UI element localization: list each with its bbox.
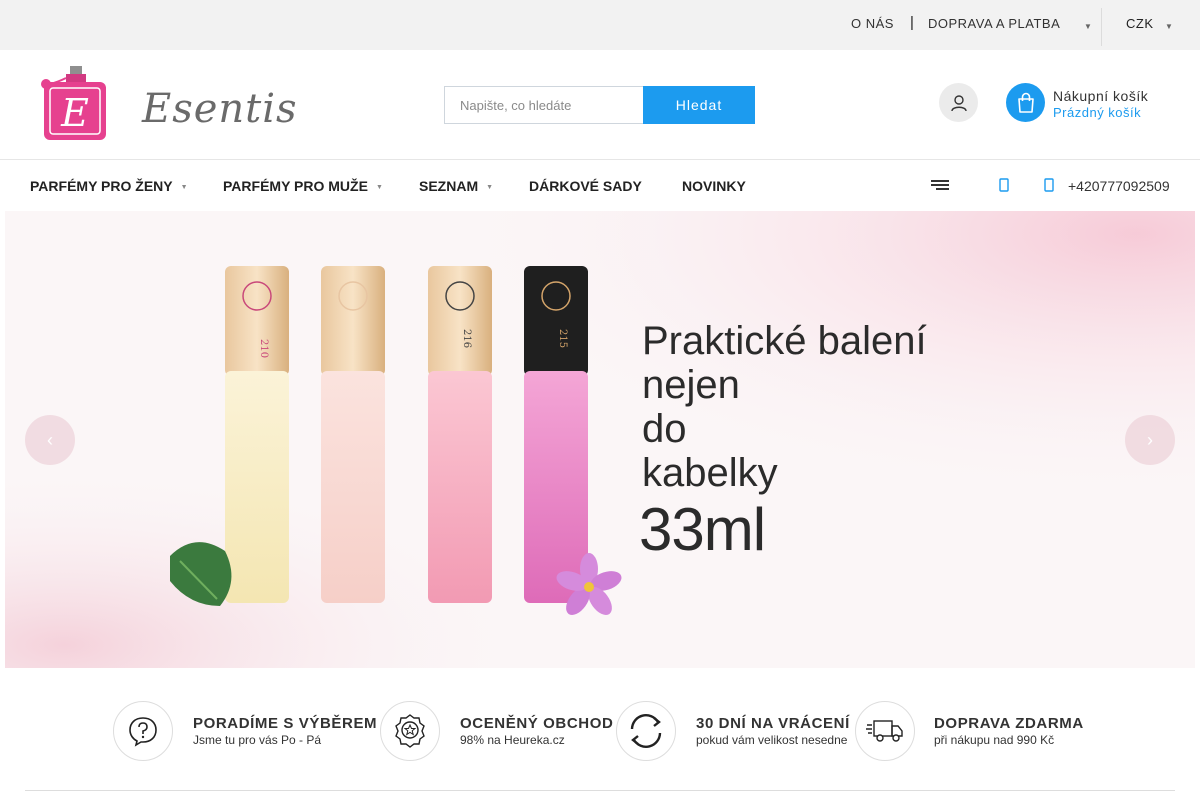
- topbar-divider: [1101, 8, 1102, 46]
- topbar-separator: |: [910, 14, 914, 31]
- feature-subtitle: 98% na Heureka.cz: [460, 733, 565, 747]
- perfume-bottle-logo-icon: E: [41, 66, 106, 140]
- nav-item-men[interactable]: PARFÉMY PRO MUŽE ▼: [223, 178, 383, 194]
- search-input[interactable]: [444, 86, 644, 124]
- feature-title: 30 DNÍ NA VRÁCENÍ: [696, 715, 850, 732]
- banner-background: 210 216 215: [5, 211, 1195, 668]
- nav-item-new[interactable]: NOVINKY: [682, 178, 746, 194]
- feature-subtitle: Jsme tu pro vás Po - Pá: [193, 733, 322, 747]
- nav-item-gift-sets[interactable]: DÁRKOVÉ SADY: [529, 178, 642, 194]
- carousel-prev-button[interactable]: ‹: [25, 415, 75, 465]
- feature-subtitle: pokud vám velikost nesedne: [696, 733, 848, 747]
- nav-item-list[interactable]: SEZNAM ▼: [419, 178, 493, 194]
- user-icon: [950, 94, 967, 111]
- svg-text:216: 216: [461, 329, 472, 348]
- headline-line: do: [642, 407, 687, 451]
- logo-text: Esentis: [142, 86, 298, 132]
- banner-volume: 33ml: [639, 496, 766, 563]
- carousel-next-button[interactable]: ›: [1125, 415, 1175, 465]
- perfume-bottle: 210: [225, 266, 289, 603]
- question-bubble-icon: [113, 701, 173, 761]
- delivery-truck-icon: [855, 701, 915, 761]
- menu-lines-icon[interactable]: [931, 180, 949, 190]
- perfume-bottle: [321, 266, 385, 603]
- headline-line: Praktické balení: [642, 319, 927, 363]
- section-divider: [25, 790, 1175, 791]
- cart-status[interactable]: Prázdný košík: [1053, 105, 1141, 120]
- svg-text:215: 215: [557, 329, 568, 348]
- search-button[interactable]: Hledat: [643, 86, 755, 124]
- svg-text:210: 210: [258, 339, 269, 358]
- headline-line: nejen: [642, 363, 740, 407]
- feature-title: PORADÍME S VÝBĚREM: [193, 715, 378, 732]
- chevron-down-icon[interactable]: ▼: [1084, 22, 1092, 31]
- perfume-bottle: 216: [428, 266, 492, 603]
- award-badge-icon: [380, 701, 440, 761]
- chevron-down-icon: ▼: [375, 183, 383, 191]
- return-arrows-icon: [616, 701, 676, 761]
- account-button[interactable]: [939, 83, 978, 122]
- nav-item-label: PARFÉMY PRO ŽENY: [30, 178, 173, 194]
- svg-text:E: E: [60, 91, 89, 135]
- top-bar: O NÁS | DOPRAVA A PLATBA ▼ CZK ▼: [0, 0, 1200, 50]
- nav-item-label: PARFÉMY PRO MUŽE: [223, 178, 368, 194]
- nav-item-women[interactable]: PARFÉMY PRO ŽENY ▼: [30, 178, 188, 194]
- nav-item-label: SEZNAM: [419, 178, 479, 194]
- phone-number[interactable]: +420777092509: [1068, 178, 1170, 194]
- perfume-bottle: 215: [524, 266, 588, 603]
- main-nav: PARFÉMY PRO ŽENY ▼ PARFÉMY PRO MUŽE ▼ SEZN…: [0, 161, 1200, 209]
- currency-selector[interactable]: CZK: [1126, 16, 1154, 31]
- features-bar: PORADÍME S VÝBĚREM Jsme tu pro vás Po - …: [0, 690, 1200, 770]
- cart-title[interactable]: Nákupní košík: [1053, 88, 1148, 104]
- shipping-link[interactable]: DOPRAVA A PLATBA: [928, 16, 1060, 31]
- logo[interactable]: E Esentis: [30, 64, 297, 142]
- feature-title: DOPRAVA ZDARMA: [934, 715, 1084, 732]
- feature-subtitle: při nákupu nad 990 Kč: [934, 733, 1055, 747]
- chevron-down-icon[interactable]: ▼: [1165, 22, 1173, 31]
- feature-title: OCENĚNÝ OBCHOD: [460, 715, 614, 732]
- hero-banner[interactable]: 210 216 215 ‹ › Praktické balení nejen d…: [5, 211, 1195, 668]
- chevron-down-icon: ▼: [180, 183, 188, 191]
- cart-button[interactable]: [1006, 83, 1045, 122]
- chevron-down-icon: ▼: [486, 183, 494, 191]
- about-link[interactable]: O NÁS: [851, 16, 894, 31]
- banner-headline: Praktické balení nejen do kabelky: [642, 319, 1002, 495]
- header: E Esentis Hledat Nákupní košík Prázdný k…: [0, 50, 1200, 160]
- headline-line: kabelky: [642, 451, 778, 495]
- email-icon[interactable]: [998, 178, 1010, 192]
- phone-icon[interactable]: [1043, 178, 1055, 192]
- shopping-bag-icon: [1017, 92, 1034, 113]
